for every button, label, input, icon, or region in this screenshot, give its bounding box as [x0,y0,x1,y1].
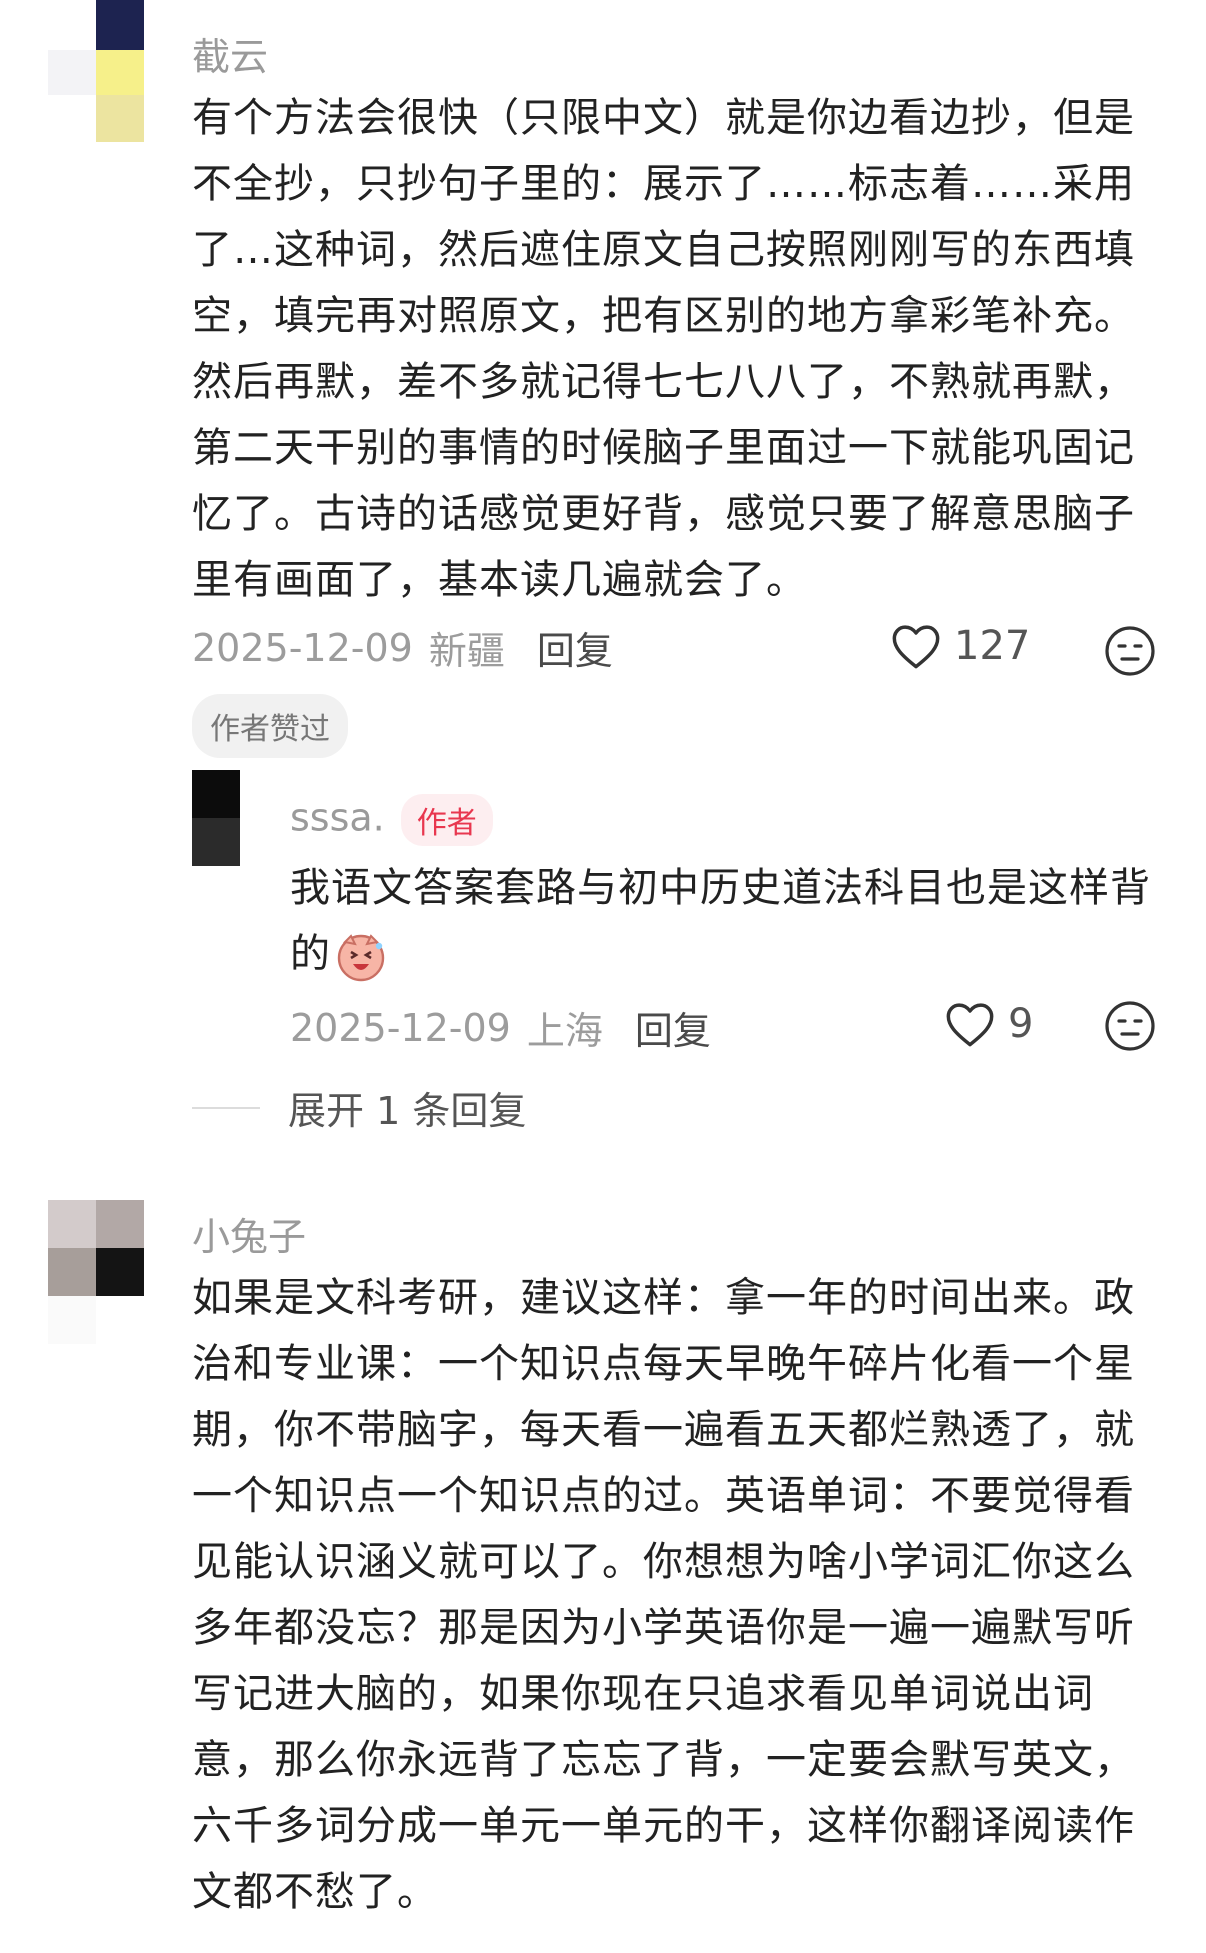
author-liked-badge: 作者赞过 [192,694,348,758]
avatar[interactable] [48,1200,144,1344]
meh-face-icon[interactable] [1104,1000,1156,1052]
like-button[interactable]: 127 [890,622,1030,670]
reply-username-text: sssa. [290,795,385,840]
comment-username[interactable]: 截云 [192,26,268,81]
avatar[interactable] [48,0,144,142]
comment-item: 截云 有个方法会很快（只限中文）就是你边看边抄，但是不全抄，只抄句子里的：展示了… [0,0,1206,1150]
comment-location: 新疆 [428,629,505,673]
like-count: 127 [954,623,1031,669]
reply-to-reply-button[interactable]: 回复 [635,1000,711,1055]
reply-text: 我语文答案套路与初中历史道法科目也是这样背的 [290,855,1160,987]
meh-face-icon[interactable] [1104,625,1156,677]
reply-location: 上海 [526,1009,603,1053]
reply-avatar[interactable] [192,770,240,866]
author-badge: 作者 [400,794,493,846]
divider [192,1106,260,1109]
reply-like-count: 9 [1008,1001,1034,1047]
reply-date: 2025-12-09 [290,1005,511,1050]
comment-date: 2025-12-09 [192,625,413,670]
comment-text: 有个方法会很快（只限中文）就是你边看边抄，但是不全抄，只抄句子里的：展示了……标… [192,95,1135,603]
comment-meta: 2025-12-09 新疆 回复 [192,620,613,675]
comment-text: 如果是文科考研，建议这样：拿一年的时间出来。政治和专业课：一个知识点每天早晚午碎… [192,1275,1135,1915]
comment-item: 小兔子 如果是文科考研，建议这样：拿一年的时间出来。政治和专业课：一个知识点每天… [0,1190,1206,1953]
reply-button[interactable]: 回复 [537,620,613,675]
reply-username[interactable]: sssa. 作者 [290,794,493,846]
expand-replies-button[interactable]: 展开 1 条回复 [192,1080,526,1135]
reply-meta: 2025-12-09 上海 回复 [290,1000,711,1055]
comment-username[interactable]: 小兔子 [192,1206,306,1261]
laughing-pig-emoji [337,934,385,982]
heart-outline-icon [946,1003,994,1047]
reply-like-button[interactable]: 9 [944,1000,1033,1048]
heart-outline-icon [892,625,940,669]
expand-replies-label: 展开 1 条回复 [288,1089,527,1133]
reply-text-body: 我语文答案套路与初中历史道法科目也是这样背的 [290,865,1151,977]
